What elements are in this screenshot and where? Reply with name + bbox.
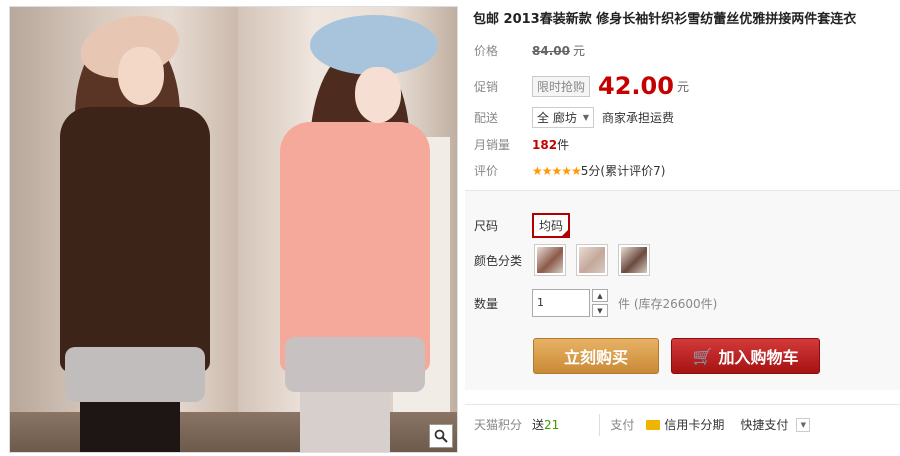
size-option-label: 均码 — [539, 219, 564, 233]
monthly-sales-value: 182 — [532, 137, 558, 152]
promo-label: 促销 — [474, 79, 499, 94]
color-label: 颜色分类 — [474, 253, 523, 268]
add-to-cart-label: 加入购物车 — [718, 348, 799, 367]
monthly-sales-label: 月销量 — [474, 138, 511, 152]
stock-text: 件 (库存26600件) — [618, 296, 718, 311]
points-label: 天猫积分 — [474, 418, 523, 432]
promo-price: 42.00 — [598, 72, 674, 100]
credit-card-icon — [646, 419, 661, 430]
add-to-cart-button[interactable]: 🛒 加入购物车 — [671, 338, 820, 374]
rating-label: 评价 — [474, 164, 499, 178]
color-options — [534, 244, 660, 276]
product-image[interactable] — [9, 6, 458, 453]
color-option-2[interactable] — [576, 244, 608, 276]
shipping-location-value: 全 廊坊 — [537, 111, 577, 125]
bottom-info-bar: 天猫积分 送21 支付 信用卡分期 快捷支付 ▼ — [465, 404, 900, 444]
quantity-input[interactable]: 1 — [532, 289, 590, 317]
rating-text[interactable]: 5分(累计评价7) — [581, 162, 666, 179]
magnifier-icon[interactable] — [429, 424, 453, 448]
cart-icon: 🛒 — [692, 346, 713, 366]
model-right-dress — [280, 122, 430, 372]
rating-row: 评价 ★★★★★ 5分(累计评价7) — [474, 162, 665, 179]
divider — [599, 413, 601, 436]
sales-row: 月销量 182 件 — [474, 136, 569, 153]
model-right-hat — [310, 15, 438, 75]
model-left-lace-skirt — [65, 347, 205, 402]
color-swatch-thumbnail — [579, 247, 605, 273]
price-label: 价格 — [474, 44, 499, 58]
quantity-stepper: ▲ ▼ — [592, 289, 608, 317]
shipping-note: 商家承担运费 — [601, 111, 674, 125]
pay-label: 支付 — [610, 418, 635, 432]
buy-now-button[interactable]: 立刻购买 — [533, 338, 659, 374]
product-page: 包邮 2013春装新款 修身长袖针织衫雪纺蕾丝优雅拼接两件套连衣 价格 84.0… — [0, 0, 900, 456]
color-option-3[interactable] — [618, 244, 650, 276]
shipping-label: 配送 — [474, 111, 499, 125]
selected-check-icon — [561, 229, 570, 237]
model-right-lace-skirt — [285, 337, 425, 392]
model-left-legs — [80, 402, 180, 452]
size-label: 尺码 — [474, 219, 499, 233]
dropdown-toggle[interactable]: ▼ — [796, 417, 811, 432]
increment-button[interactable]: ▲ — [592, 289, 608, 302]
points-prefix: 送 — [532, 418, 545, 432]
rating-stars-icon: ★★★★★ — [532, 163, 582, 178]
monthly-sales-unit: 件 — [557, 138, 570, 152]
points-value: 送21 — [532, 416, 559, 433]
quantity-label: 数量 — [474, 296, 499, 311]
promo-row: 促销 限时抢购 42.00 元 — [474, 72, 689, 100]
promo-tag: 限时抢购 — [532, 75, 591, 97]
size-row: 尺码 均码 — [474, 213, 571, 238]
chevron-down-icon: ▼ — [582, 113, 589, 122]
decrement-button[interactable]: ▼ — [592, 304, 608, 317]
shipping-location-select[interactable]: 全 廊坊 ▼ — [532, 107, 594, 128]
color-option-1[interactable] — [534, 244, 566, 276]
model-left-dress — [60, 107, 210, 372]
color-swatch-thumbnail — [537, 247, 563, 273]
model-right-legs — [300, 392, 390, 452]
color-row: 颜色分类 — [474, 244, 660, 276]
original-price: 84.00 — [532, 43, 570, 58]
color-swatch-thumbnail — [621, 247, 647, 273]
model-right-face — [355, 67, 401, 123]
promo-currency-unit: 元 — [676, 79, 689, 94]
model-left-face — [118, 47, 164, 105]
quantity-row: 数量 1 ▲ ▼ 件 (库存26600件) — [474, 289, 717, 317]
quick-pay[interactable]: 快捷支付 — [740, 416, 788, 433]
credit-card-installment[interactable]: 信用卡分期 — [664, 416, 724, 433]
size-option-onesize[interactable]: 均码 — [532, 213, 571, 238]
product-title: 包邮 2013春装新款 修身长袖针织衫雪纺蕾丝优雅拼接两件套连衣 — [473, 12, 857, 27]
points-number: 21 — [544, 418, 560, 432]
currency-unit: 元 — [572, 44, 585, 58]
shipping-row: 配送 全 廊坊 ▼ 商家承担运费 — [474, 107, 674, 128]
price-row: 价格 84.00 元 — [474, 42, 585, 59]
